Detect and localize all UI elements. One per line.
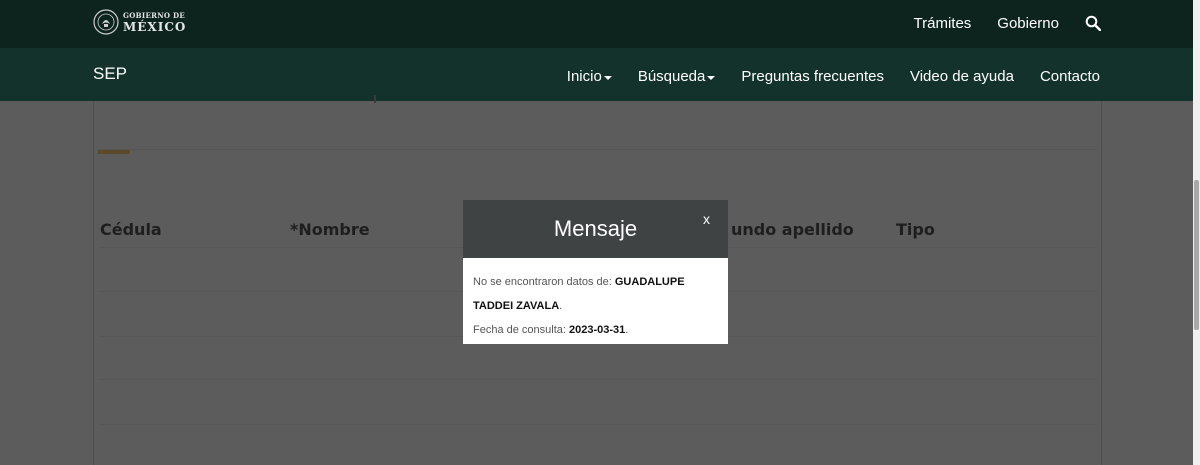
nav-busqueda[interactable]: Búsqueda: [638, 68, 716, 85]
heading-fragment: [374, 95, 386, 103]
table-row: [99, 424, 1097, 425]
searched-name-first: GUADALUPE: [614, 276, 685, 288]
accent-bar: [98, 150, 130, 154]
coat-of-arms-icon: [93, 9, 119, 35]
logo-line-1: GOBIERNO DE: [123, 10, 186, 20]
search-icon[interactable]: [1085, 15, 1101, 31]
nav-gobierno-link[interactable]: Gobierno: [997, 15, 1059, 32]
nav-video-de-ayuda[interactable]: Video de ayuda: [910, 68, 1014, 85]
nav-busqueda-label: Búsqueda: [637, 68, 706, 85]
logo-line-2: MÉXICO: [123, 19, 187, 34]
period: .: [559, 300, 563, 312]
column-header-tipo: Tipo: [896, 220, 935, 239]
no-data-label: No se encontraron datos de:: [473, 276, 612, 288]
searched-name-last: TADDEI ZAVALA: [473, 300, 560, 312]
gov-header: GOBIERNO DE MÉXICO Trámites Gobierno: [0, 0, 1193, 48]
chevron-down-icon: [603, 75, 612, 80]
gobierno-mexico-logo[interactable]: GOBIERNO DE MÉXICO: [93, 9, 186, 35]
close-button[interactable]: x: [703, 211, 710, 227]
no-data-line: No se encontraron datos de: GUADALUPE: [473, 270, 721, 294]
page-scrollbar[interactable]: [1193, 0, 1200, 465]
date-line: Fecha de consulta: 2023-03-31.: [473, 318, 721, 342]
modal-title: Mensaje: [553, 216, 638, 241]
modal-body: No se encontraron datos de: GUADALUPE TA…: [473, 270, 721, 342]
column-header-cedula: Cédula: [100, 220, 162, 239]
nav-tramites-link[interactable]: Trámites: [914, 15, 972, 32]
nav-contacto[interactable]: Contacto: [1040, 68, 1100, 85]
message-modal: Mensaje x No se encontraron datos de: GU…: [463, 200, 728, 344]
query-date-label: Fecha de consulta:: [473, 324, 566, 336]
period: .: [625, 324, 629, 336]
query-date-value: 2023-03-31: [569, 324, 626, 336]
nav-preguntas-frecuentes[interactable]: Preguntas frecuentes: [741, 68, 884, 85]
sep-navbar: SEP Inicio Búsqueda Preguntas frecuentes…: [0, 48, 1193, 101]
sep-title[interactable]: SEP: [93, 64, 127, 84]
divider: [99, 149, 1097, 150]
chevron-down-icon: [707, 75, 716, 80]
nav-inicio[interactable]: Inicio: [567, 68, 612, 85]
name-line: TADDEI ZAVALA.: [473, 294, 721, 318]
nav-inicio-label: Inicio: [566, 68, 602, 85]
column-header-segundo-apellido: undo apellido: [731, 220, 854, 239]
modal-header: Mensaje x: [463, 200, 728, 258]
table-row: [99, 379, 1097, 380]
scrollbar-thumb[interactable]: [1194, 180, 1199, 330]
column-header-nombre: *Nombre: [290, 220, 370, 239]
